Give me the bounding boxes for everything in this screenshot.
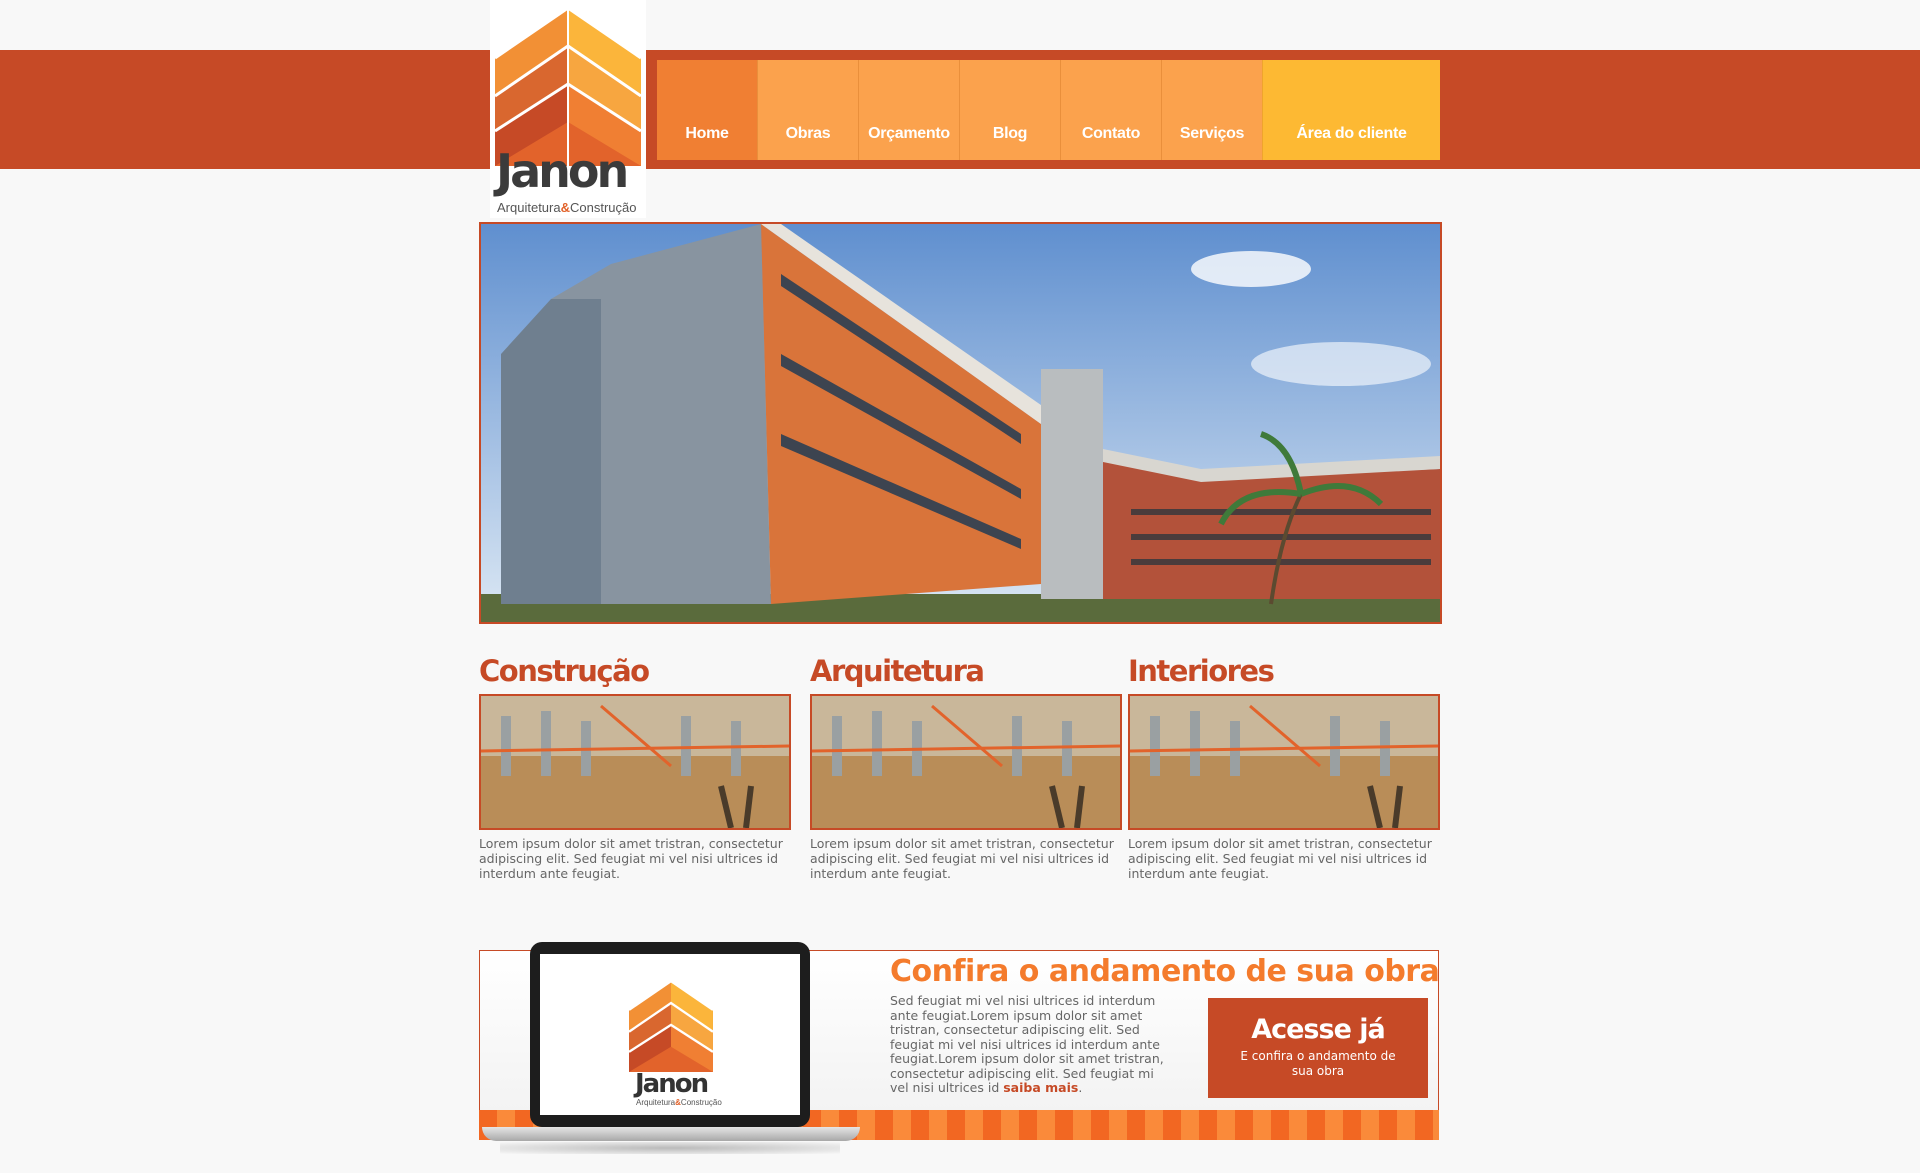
construction-thumbnail[interactable] [1128, 694, 1440, 830]
nav-item-client-area[interactable]: Área do cliente [1262, 60, 1440, 160]
nav-label: Serviços [1179, 125, 1245, 142]
button-subtitle: E confira o andamento de sua obra [1240, 1049, 1396, 1078]
logo-wordmark: Janon [635, 1069, 709, 1099]
construction-site-icon [1130, 696, 1438, 828]
laptop-shadow [500, 1142, 840, 1154]
laptop-base [482, 1127, 860, 1141]
column-text: Lorem ipsum dolor sit amet tristran, con… [810, 836, 1114, 881]
logo-tagline: Arquitetura&Construção [497, 200, 637, 215]
site-logo[interactable]: Janon Arquitetura&Construção [490, 0, 646, 218]
logo-roof-icon [494, 6, 642, 166]
nav-label: Área do cliente [1296, 125, 1407, 142]
column-title[interactable]: Construção [479, 650, 791, 692]
logo-roof-icon [628, 980, 714, 1072]
construction-site-icon [812, 696, 1120, 828]
column-text: Lorem ipsum dolor sit amet tristran, con… [479, 836, 783, 881]
acesse-ja-button[interactable]: Acesse já E confira o andamento de sua o… [1208, 998, 1428, 1098]
column-arquitetura: Arquitetura Lorem ipsum dolor sit amet t… [810, 650, 1122, 881]
nav-item-contato[interactable]: Contato [1060, 60, 1161, 160]
nav-item-orcamento[interactable]: Orçamento [858, 60, 959, 160]
nav-label: Blog [992, 125, 1028, 142]
nav-label: Obras [785, 125, 831, 142]
construction-thumbnail[interactable] [479, 694, 791, 830]
nav-item-home[interactable]: Home [657, 60, 757, 160]
logo-wordmark: Janon [496, 144, 629, 198]
nav-item-servicos[interactable]: Serviços [1161, 60, 1262, 160]
column-text: Lorem ipsum dolor sit amet tristran, con… [1128, 836, 1432, 881]
nav-label: Home [685, 125, 729, 142]
laptop-screen: Janon Arquitetura&Construção [540, 954, 800, 1115]
cta-title: Confira o andamento de sua obra [890, 954, 1440, 989]
construction-thumbnail[interactable] [810, 694, 1122, 830]
building-photo-icon [481, 224, 1440, 622]
main-nav: Home Obras Orçamento Blog Contato Serviç… [648, 50, 1440, 169]
construction-site-icon [481, 696, 789, 828]
button-title: Acesse já [1251, 1014, 1386, 1045]
column-construcao: Construção Lorem ipsum dolor sit amet tr… [479, 650, 791, 881]
nav-item-obras[interactable]: Obras [757, 60, 858, 160]
nav-item-blog[interactable]: Blog [959, 60, 1060, 160]
column-title[interactable]: Interiores [1128, 650, 1440, 692]
cta-text: Sed feugiat mi vel nisi ultrices id inte… [890, 993, 1164, 1095]
column-interiores: Interiores Lorem ipsum dolor sit amet tr… [1128, 650, 1440, 881]
laptop-mockup: Janon Arquitetura&Construção [530, 942, 810, 1127]
nav-label: Orçamento [868, 125, 950, 142]
hero-image [479, 222, 1442, 624]
nav-label: Contato [1081, 125, 1141, 142]
saiba-mais-link[interactable]: saiba mais [1003, 1080, 1078, 1095]
logo-tagline: Arquitetura&Construção [636, 1098, 722, 1107]
column-title[interactable]: Arquitetura [810, 650, 1122, 692]
